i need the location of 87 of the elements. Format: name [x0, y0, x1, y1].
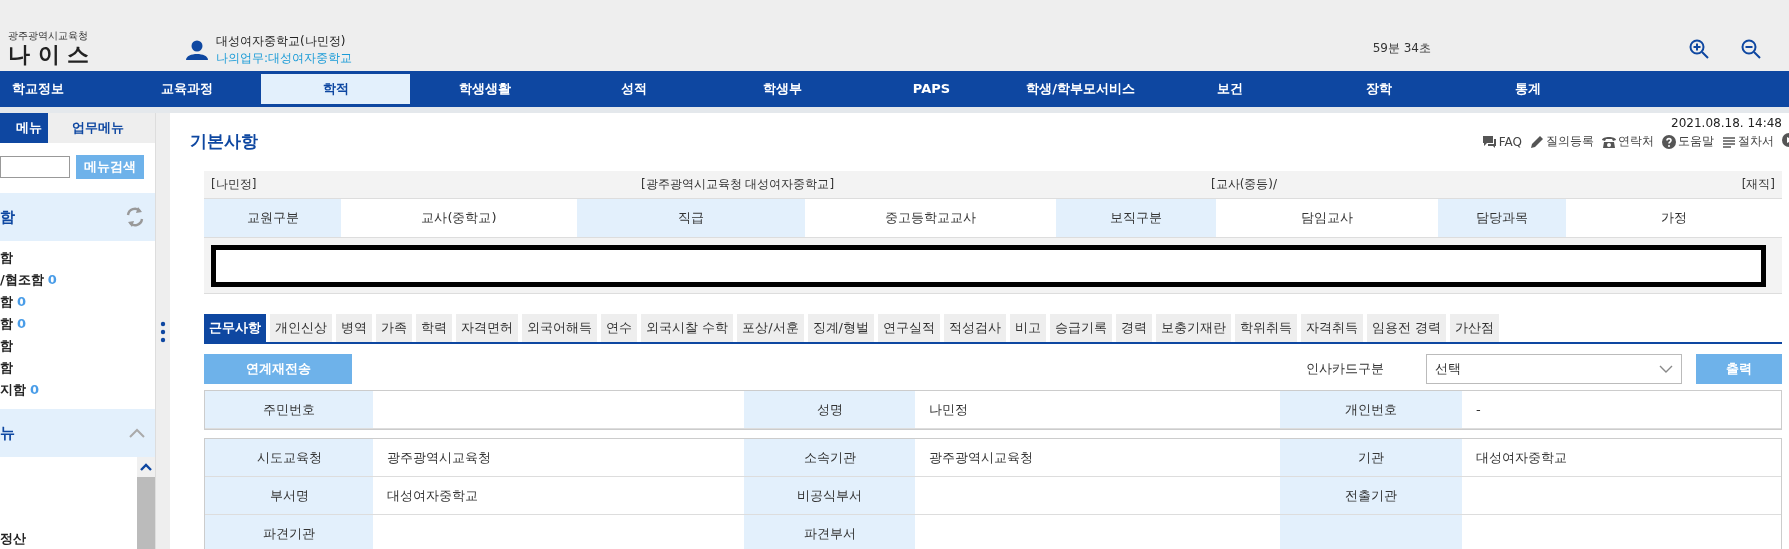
- field-label: 소속기관: [744, 439, 915, 477]
- tab[interactable]: 임용전 경력: [1366, 314, 1447, 342]
- tab[interactable]: 비고: [1009, 314, 1046, 342]
- help-icon: [1662, 134, 1676, 149]
- card-type-label: 인사카드구분: [1306, 360, 1384, 378]
- tab[interactable]: 보충기재란: [1155, 314, 1231, 342]
- tab[interactable]: 학력: [416, 314, 452, 342]
- help-link[interactable]: 절차서: [1722, 133, 1774, 150]
- field-label: 직급: [577, 199, 805, 238]
- summary-text: [광주광역시교육청 대성여자중학교]: [641, 176, 836, 193]
- nav-tab[interactable]: 보건: [1155, 74, 1304, 104]
- tab[interactable]: 외국어해득: [522, 314, 597, 342]
- field-label: 전출기관: [1280, 477, 1462, 515]
- nav-tab[interactable]: 학생/학부모서비스: [1006, 74, 1155, 104]
- inbox-item[interactable]: 함 0: [0, 313, 155, 335]
- field-label: 시도교육청: [205, 439, 373, 477]
- section-title: 뉴: [0, 423, 15, 443]
- tab[interactable]: 경력: [1115, 314, 1152, 342]
- tab[interactable]: 포상/서훈: [737, 314, 804, 342]
- chat-icon: [1482, 134, 1497, 149]
- field-label: 기관: [1280, 439, 1462, 477]
- menu-search-field[interactable]: [0, 156, 70, 178]
- field-label: 교원구분: [204, 199, 341, 238]
- zoom-in-icon[interactable]: [1689, 38, 1709, 59]
- inbox-item[interactable]: /협조함 0: [0, 269, 155, 291]
- field-label: 부서명: [205, 477, 373, 515]
- summary-text: [나민정]: [211, 176, 258, 193]
- tab[interactable]: 학위취득: [1234, 314, 1297, 342]
- chevron-down-icon: [1659, 365, 1673, 373]
- inbox-item[interactable]: 지함 0: [0, 379, 155, 401]
- tab[interactable]: 근무사항: [204, 314, 266, 342]
- tab[interactable]: 개인신상: [270, 314, 332, 342]
- zoom-out-icon[interactable]: [1741, 38, 1761, 59]
- inbox-item[interactable]: 함 0: [0, 291, 155, 313]
- tab[interactable]: 연수: [601, 314, 637, 342]
- nav-tab[interactable]: PAPS: [857, 74, 1006, 104]
- more-icon[interactable]: [160, 320, 166, 343]
- summary-text: [교사(중등)/: [1211, 176, 1279, 193]
- nav-tab[interactable]: 성적: [559, 74, 708, 104]
- field-label: 개인번호: [1280, 391, 1462, 429]
- field-label: 파견기관: [205, 515, 373, 549]
- user-name: 대성여자중학교(나민정): [216, 33, 347, 50]
- tab[interactable]: 적성검사: [943, 314, 1006, 342]
- field-label: 파견부서: [744, 515, 915, 549]
- list-icon: [1722, 134, 1736, 149]
- date-time: 2021.08.18. 14:48: [1670, 116, 1782, 130]
- user-icon: [186, 40, 208, 60]
- page-title: 기본사항: [190, 130, 258, 153]
- tab[interactable]: 외국시찰 수학: [641, 314, 734, 342]
- field-label: 보직구분: [1056, 199, 1216, 238]
- field-label: 성명: [744, 391, 915, 429]
- tab[interactable]: 징계/형벌: [807, 314, 874, 342]
- card-type-select[interactable]: 선택: [1426, 354, 1682, 384]
- section-title: 함: [0, 207, 15, 227]
- scroll-up-icon[interactable]: [140, 463, 152, 471]
- help-link[interactable]: 도움말: [1662, 133, 1714, 150]
- inbox-item[interactable]: 함: [0, 247, 155, 269]
- nav-tab[interactable]: 학생부: [708, 74, 857, 104]
- nav-tab[interactable]: 통계: [1453, 74, 1602, 104]
- org-name: 광주광역시교육청: [8, 29, 89, 43]
- tab[interactable]: 자격취득: [1300, 314, 1363, 342]
- nav-tab[interactable]: 장학: [1304, 74, 1453, 104]
- field-label: 주민번호: [205, 391, 373, 429]
- field-label: 비공식부서: [744, 477, 915, 515]
- inbox-item[interactable]: 함: [0, 357, 155, 379]
- nav-tab[interactable]: 교육과정: [112, 74, 261, 104]
- sidebar-tab[interactable]: 메뉴: [0, 113, 48, 143]
- help-link[interactable]: FAQ: [1482, 133, 1522, 150]
- tab[interactable]: 가산점: [1450, 314, 1500, 342]
- nav-tab[interactable]: 학적: [261, 74, 410, 104]
- nav-tab[interactable]: 학생생활: [410, 74, 559, 104]
- help-link[interactable]: 연락처: [1602, 133, 1654, 150]
- nav-tab[interactable]: 학교정보: [0, 74, 112, 104]
- help-link[interactable]: 질의등록: [1530, 133, 1594, 150]
- tab[interactable]: 승급기록: [1049, 314, 1112, 342]
- phone-icon: [1602, 134, 1616, 149]
- pencil-icon: [1530, 134, 1544, 149]
- menu-item[interactable]: 정산: [0, 528, 137, 549]
- summary-text: [재직]: [1741, 176, 1775, 193]
- tab[interactable]: 자격면허: [456, 314, 518, 342]
- inbox-item[interactable]: 함: [0, 335, 155, 357]
- logo-text: 나 이 스: [8, 43, 91, 67]
- field-label: 담당과목: [1438, 199, 1566, 238]
- tab[interactable]: 병역: [336, 314, 372, 342]
- session-timer: 59분 34초: [1372, 40, 1431, 57]
- tab[interactable]: 연구실적: [877, 314, 940, 342]
- tab[interactable]: 가족: [376, 314, 412, 342]
